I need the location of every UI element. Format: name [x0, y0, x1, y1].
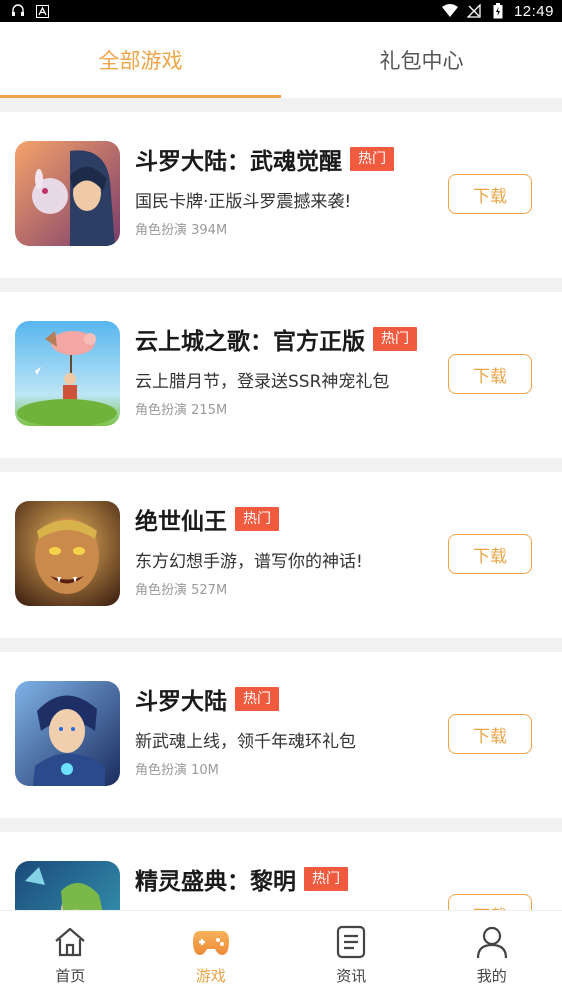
hot-badge: 热门	[235, 507, 279, 531]
game-subtitle: 东方幻想手游，谱写你的神话!	[135, 552, 363, 572]
game-title: 精灵盛典：黎明	[135, 869, 296, 895]
game-meta: 角色扮演 527M	[135, 583, 228, 598]
tab-all-games[interactable]: 全部游戏	[0, 22, 281, 98]
download-button[interactable]: 下载	[448, 714, 532, 754]
battery-icon	[490, 3, 506, 19]
game-subtitle: 云上腊月节，登录送SSR神宠礼包	[135, 372, 390, 392]
game-title: 斗罗大陆：武魂觉醒	[135, 149, 342, 175]
status-bar: 12:49	[0, 0, 562, 22]
gamepad-icon	[192, 923, 230, 961]
nav-games[interactable]: 游戏	[141, 911, 282, 1000]
game-card[interactable]: 绝世仙王 热门 东方幻想手游，谱写你的神话! 角色扮演 527M 下载	[0, 472, 562, 638]
wifi-icon	[441, 3, 458, 19]
game-icon-douluo-wuhun[interactable]	[15, 141, 120, 246]
tab-bar: 全部游戏 礼包中心	[0, 22, 562, 98]
nav-label: 首页	[55, 967, 86, 985]
nav-label: 游戏	[195, 967, 226, 985]
game-title: 云上城之歌：官方正版	[135, 329, 365, 355]
download-button[interactable]: 下载	[448, 174, 532, 214]
game-meta: 角色扮演 394M	[135, 223, 228, 238]
game-icon-jueshixianwang[interactable]	[15, 501, 120, 606]
bottom-nav: 首页 游戏 资讯 我的	[0, 910, 562, 1000]
game-title: 绝世仙王	[135, 509, 227, 535]
game-meta: 角色扮演 10M	[135, 763, 219, 778]
nav-label: 我的	[476, 967, 507, 985]
game-icon-jingling[interactable]	[15, 861, 120, 910]
game-list: 斗罗大陆：武魂觉醒 热门 国民卡牌·正版斗罗震撼来袭! 角色扮演 394M 下载…	[0, 112, 562, 910]
download-button[interactable]: 下载	[448, 894, 532, 910]
hot-badge: 热门	[350, 147, 394, 171]
game-subtitle: 新武魂上线，领千年魂环礼包	[135, 732, 356, 752]
nav-profile[interactable]: 我的	[422, 911, 562, 1000]
download-button[interactable]: 下载	[448, 534, 532, 574]
a-icon	[34, 3, 50, 19]
nav-label: 资讯	[336, 967, 367, 985]
tab-gift-center[interactable]: 礼包中心	[281, 22, 562, 98]
download-button[interactable]: 下载	[448, 354, 532, 394]
no-signal-icon	[466, 3, 482, 19]
game-card[interactable]: 云上城之歌：官方正版 热门 云上腊月节，登录送SSR神宠礼包 角色扮演 215M…	[0, 292, 562, 458]
headset-icon	[10, 3, 26, 19]
game-card[interactable]: 精灵盛典：黎明 热门 下载	[0, 832, 562, 910]
game-icon-yunshangcheng[interactable]	[15, 321, 120, 426]
hot-badge: 热门	[304, 867, 348, 891]
user-icon	[473, 923, 511, 961]
game-meta: 角色扮演 215M	[135, 403, 228, 418]
hot-badge: 热门	[373, 327, 417, 351]
nav-news[interactable]: 资讯	[281, 911, 422, 1000]
home-icon	[51, 923, 89, 961]
game-title: 斗罗大陆	[135, 689, 227, 715]
game-icon-douluo[interactable]	[15, 681, 120, 786]
game-subtitle: 国民卡牌·正版斗罗震撼来袭!	[135, 192, 352, 212]
nav-home[interactable]: 首页	[0, 911, 141, 1000]
game-card[interactable]: 斗罗大陆 热门 新武魂上线，领千年魂环礼包 角色扮演 10M 下载	[0, 652, 562, 818]
hot-badge: 热门	[235, 687, 279, 711]
game-card[interactable]: 斗罗大陆：武魂觉醒 热门 国民卡牌·正版斗罗震撼来袭! 角色扮演 394M 下载	[0, 112, 562, 278]
news-icon	[332, 923, 370, 961]
status-time: 12:49	[513, 2, 554, 20]
